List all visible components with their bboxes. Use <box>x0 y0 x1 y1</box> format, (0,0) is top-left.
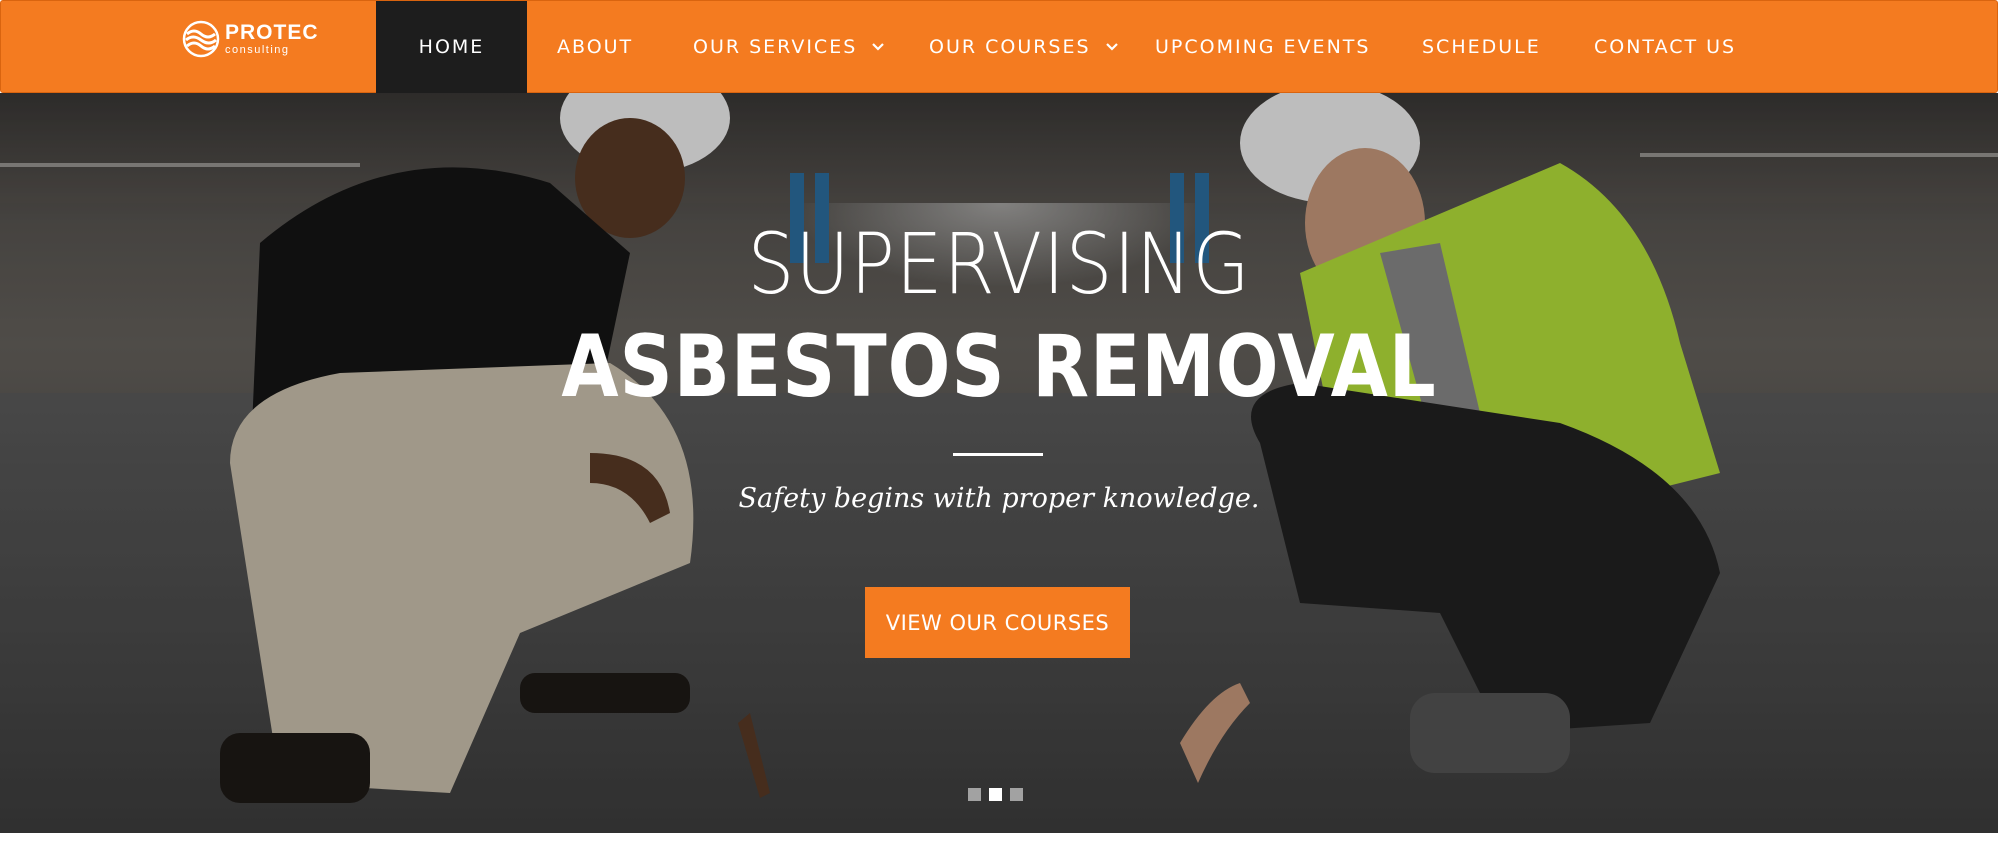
hero-tagline: Safety begins with proper knowledge. <box>738 483 1260 514</box>
nav-item-label: OUR COURSES <box>929 36 1091 58</box>
nav-item-label: HOME <box>418 36 485 58</box>
slide-dot-1[interactable] <box>968 788 981 801</box>
nav-item-upcoming-events[interactable]: UPCOMING EVENTS <box>1155 1 1370 93</box>
brand-name: PROTEC <box>225 21 319 44</box>
nav-item-home[interactable]: HOME <box>376 1 527 93</box>
chevron-down-icon <box>1105 43 1118 51</box>
nav-item-schedule[interactable]: SCHEDULE <box>1422 1 1541 93</box>
nav-item-label: OUR SERVICES <box>693 36 858 58</box>
slide-dot-2[interactable] <box>989 788 1002 801</box>
nav-item-label: SCHEDULE <box>1422 36 1541 58</box>
hero-title-bold: ASBESTOS REMOVAL <box>561 317 1437 417</box>
hero-slider: SUPERVISING ASBESTOS REMOVAL Safety begi… <box>0 93 1998 833</box>
nav-item-about[interactable]: ABOUT <box>557 1 633 93</box>
slide-dot-3[interactable] <box>1010 788 1023 801</box>
protec-logo[interactable]: PROTEC consulting <box>181 19 341 59</box>
nav-item-label: UPCOMING EVENTS <box>1155 36 1371 58</box>
hero-divider <box>953 453 1043 456</box>
brand-tagline: consulting <box>225 44 290 56</box>
nav-item-our-services[interactable]: OUR SERVICES <box>693 1 885 93</box>
nav-item-label: ABOUT <box>557 36 634 58</box>
protec-logo-mark-icon <box>182 20 220 58</box>
chevron-down-icon <box>872 43 885 51</box>
slider-pagination <box>968 788 1023 801</box>
nav-item-our-courses[interactable]: OUR COURSES <box>929 1 1119 93</box>
main-navbar: PROTEC consulting HOME ABOUT OUR SERVICE… <box>0 0 1998 93</box>
hero-dark-overlay <box>0 93 1998 833</box>
hero-title-light: SUPERVISING <box>747 215 1251 313</box>
nav-item-contact-us[interactable]: CONTACT US <box>1594 1 1736 93</box>
nav-item-label: CONTACT US <box>1594 36 1737 58</box>
view-courses-button[interactable]: VIEW OUR COURSES <box>865 587 1130 658</box>
